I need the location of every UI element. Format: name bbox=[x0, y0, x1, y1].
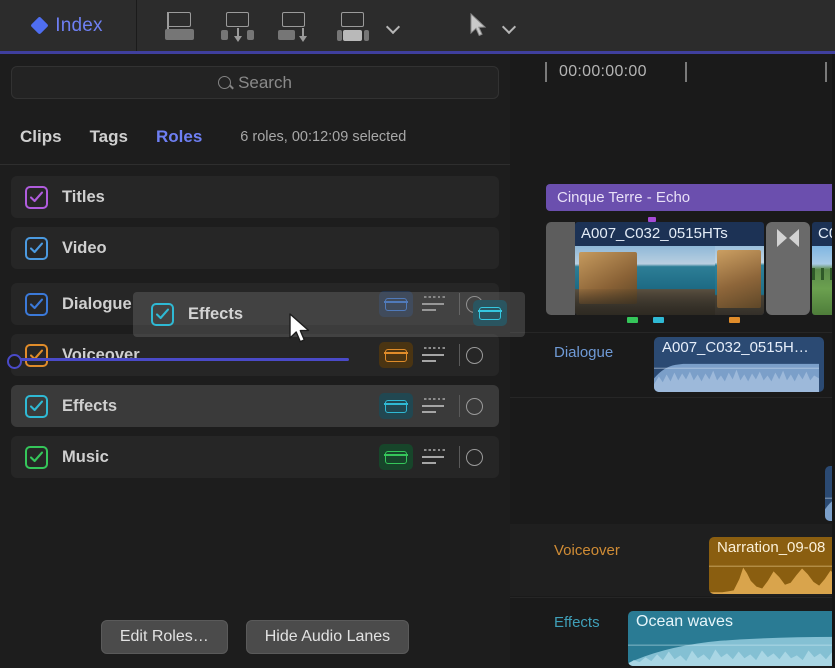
thumbnail bbox=[575, 246, 715, 315]
waveform bbox=[709, 560, 835, 594]
video-storyline: A007_C032_0515HTs C00 bbox=[546, 222, 835, 327]
index-label: Index bbox=[55, 15, 102, 37]
role-checkbox[interactable] bbox=[25, 237, 48, 260]
role-checkbox[interactable] bbox=[25, 395, 48, 418]
index-tabs: Clips Tags Roles 6 roles, 00:12:09 selec… bbox=[0, 99, 510, 157]
hide-audio-lanes-button[interactable]: Hide Audio Lanes bbox=[246, 620, 409, 654]
subroles-icon[interactable] bbox=[413, 393, 457, 419]
clip-handle[interactable] bbox=[546, 222, 575, 315]
clip-height-icon[interactable] bbox=[333, 9, 375, 43]
role-name: Effects bbox=[188, 305, 243, 324]
subroles-icon[interactable] bbox=[413, 444, 457, 470]
video-clip-name: A007_C032_0515HTs bbox=[575, 222, 764, 242]
lane-label-voiceover: Voiceover bbox=[554, 542, 620, 559]
audio-lane-icon[interactable] bbox=[379, 342, 413, 368]
selection-info: 6 roles, 00:12:09 selected bbox=[240, 129, 406, 145]
audio-clip-effects[interactable]: Ocean waves bbox=[628, 611, 835, 666]
timeline-index-button[interactable]: Index bbox=[0, 0, 137, 51]
diamond-icon bbox=[31, 16, 49, 34]
tool-chevron-down-icon[interactable] bbox=[501, 9, 517, 43]
tab-tags[interactable]: Tags bbox=[90, 127, 128, 147]
role-row-titles[interactable]: Titles bbox=[11, 176, 499, 218]
role-controls bbox=[379, 436, 487, 478]
tab-roles[interactable]: Roles bbox=[156, 127, 202, 147]
video-thumbnails bbox=[575, 246, 764, 315]
audio-lane-icon[interactable] bbox=[379, 444, 413, 470]
thumbnail bbox=[715, 246, 764, 315]
final-cut-pro-window: Index bbox=[0, 0, 835, 668]
role-checkbox[interactable] bbox=[151, 303, 174, 326]
panel-footer: Edit Roles… Hide Audio Lanes bbox=[0, 620, 510, 654]
dragged-role-row[interactable]: Effects bbox=[133, 292, 525, 337]
timeline-area: 00:00:00:00 Cinque Terre - Echo A007_C03… bbox=[510, 54, 835, 668]
role-controls bbox=[473, 292, 507, 334]
control-divider bbox=[459, 395, 460, 417]
role-name: Effects bbox=[62, 397, 117, 416]
edit-roles-button[interactable]: Edit Roles… bbox=[101, 620, 228, 654]
cross-dissolve-icon[interactable] bbox=[766, 222, 810, 315]
audio-clip-dialogue[interactable]: A007_C032_0515H… bbox=[654, 337, 824, 392]
role-checkbox[interactable] bbox=[25, 344, 48, 367]
timeline-index-panel: Search Clips Tags Roles 6 roles, 00:12:0… bbox=[0, 54, 510, 668]
clip-appearance-icon[interactable] bbox=[275, 9, 317, 43]
role-name: Music bbox=[62, 448, 109, 467]
role-name: Video bbox=[62, 239, 107, 258]
mouse-cursor bbox=[288, 313, 314, 347]
waveform bbox=[628, 633, 835, 666]
toolbar-tools bbox=[137, 0, 517, 51]
search-area: Search bbox=[0, 54, 510, 99]
search-input[interactable]: Search bbox=[11, 66, 499, 99]
clip-appearance-down-icon[interactable] bbox=[217, 9, 259, 43]
audio-clip-voiceover[interactable]: Narration_09-08 bbox=[709, 537, 835, 594]
timeline-index-icon[interactable] bbox=[159, 9, 201, 43]
role-row-effects[interactable]: Effects bbox=[11, 385, 499, 427]
role-controls bbox=[379, 334, 487, 376]
arrow-pointer-icon[interactable] bbox=[469, 9, 491, 43]
title-clip[interactable]: Cinque Terre - Echo bbox=[546, 184, 835, 211]
search-icon bbox=[218, 76, 231, 89]
subroles-icon[interactable] bbox=[413, 342, 457, 368]
clip-markers bbox=[575, 317, 775, 324]
search-placeholder: Search bbox=[238, 73, 292, 93]
solo-circle-icon[interactable] bbox=[466, 449, 483, 466]
panel-divider bbox=[0, 164, 510, 165]
audio-lane-icon[interactable] bbox=[473, 300, 507, 326]
chevron-down-icon[interactable] bbox=[385, 9, 401, 43]
solo-circle-icon[interactable] bbox=[466, 347, 483, 364]
audio-clip-name: Narration_09-08 bbox=[709, 537, 835, 556]
waveform bbox=[654, 359, 819, 392]
role-row-voiceover[interactable]: Voiceover bbox=[11, 334, 499, 376]
role-name: Titles bbox=[62, 188, 105, 207]
role-name: Voiceover bbox=[62, 346, 140, 365]
role-row-video[interactable]: Video bbox=[11, 227, 499, 269]
drag-drop-indicator bbox=[14, 358, 349, 361]
role-row-music[interactable]: Music bbox=[11, 436, 499, 478]
timeline-toolbar: Index bbox=[0, 0, 835, 51]
timecode-display: 00:00:00:00 bbox=[559, 63, 647, 81]
lane-label-effects: Effects bbox=[554, 614, 600, 631]
role-checkbox[interactable] bbox=[25, 293, 48, 316]
solo-circle-icon[interactable] bbox=[466, 398, 483, 415]
tab-clips[interactable]: Clips bbox=[20, 127, 62, 147]
video-clip[interactable]: A007_C032_0515HTs bbox=[575, 222, 764, 315]
role-checkbox[interactable] bbox=[25, 186, 48, 209]
role-checkbox[interactable] bbox=[25, 446, 48, 469]
role-controls bbox=[379, 385, 487, 427]
audio-clip-name: Ocean waves bbox=[628, 611, 835, 631]
control-divider bbox=[459, 446, 460, 468]
role-name: Dialogue bbox=[62, 295, 132, 314]
lane-label-dialogue: Dialogue bbox=[554, 344, 613, 361]
timeline-ruler[interactable]: 00:00:00:00 bbox=[545, 54, 835, 90]
audio-clip-name: A007_C032_0515H… bbox=[654, 337, 824, 356]
control-divider bbox=[459, 344, 460, 366]
audio-lane-icon[interactable] bbox=[379, 393, 413, 419]
